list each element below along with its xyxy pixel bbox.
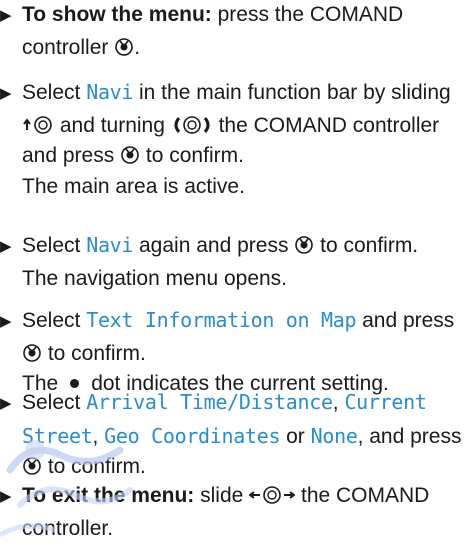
step-select-options: ▶ Select Arrival Time/Distance, Current S… (0, 390, 462, 478)
step-exit-menu: ▶ To exit the menu: slide the COMAND cont… (0, 484, 430, 540)
ui-label-arrival-time-distance: Arrival Time/Distance (86, 390, 333, 414)
step-result: The main area is active. (22, 174, 245, 198)
ui-label-navi: Navi (86, 80, 134, 104)
press-controller-icon (22, 343, 42, 363)
slide-up-controller-icon (22, 115, 54, 135)
turn-controller-icon (171, 115, 213, 135)
step-heading: To exit the menu: (22, 484, 195, 507)
step-select-navi: ▶ Select Navi in the main function bar by… (0, 77, 470, 202)
ui-label-none: None (310, 423, 358, 448)
ui-label-geo-coordinates: Geo Coordinates (104, 423, 281, 448)
press-controller-icon (114, 37, 134, 57)
bullet-arrow-icon: ▶ (0, 7, 12, 24)
bullet-arrow-icon: ▶ (0, 85, 12, 102)
ui-label-text-information-on-map: Text Information on Map (86, 308, 357, 332)
step-select-navi-again: ▶ Select Navi again and press to confirm.… (0, 230, 470, 294)
step-show-menu: ▶ To show the menu: press the COMAND cont… (0, 3, 404, 59)
bullet-arrow-icon: ▶ (0, 395, 12, 412)
bullet-arrow-icon: ▶ (0, 313, 12, 330)
ui-label-navi: Navi (86, 233, 134, 257)
bullet-arrow-icon: ▶ (0, 238, 12, 255)
step-select-text-information: ▶ Select Text Information on Map and pres… (0, 305, 470, 400)
press-controller-icon (120, 145, 140, 165)
bullet-arrow-icon: ▶ (0, 488, 12, 505)
step-result: The navigation menu opens. (22, 266, 288, 290)
press-controller-icon (22, 456, 42, 476)
slide-left-right-controller-icon (249, 485, 296, 505)
press-controller-icon (294, 235, 314, 255)
instruction-page: ▶ To show the menu: press the COMAND cont… (0, 0, 473, 544)
step-heading: To show the menu: (22, 3, 212, 26)
